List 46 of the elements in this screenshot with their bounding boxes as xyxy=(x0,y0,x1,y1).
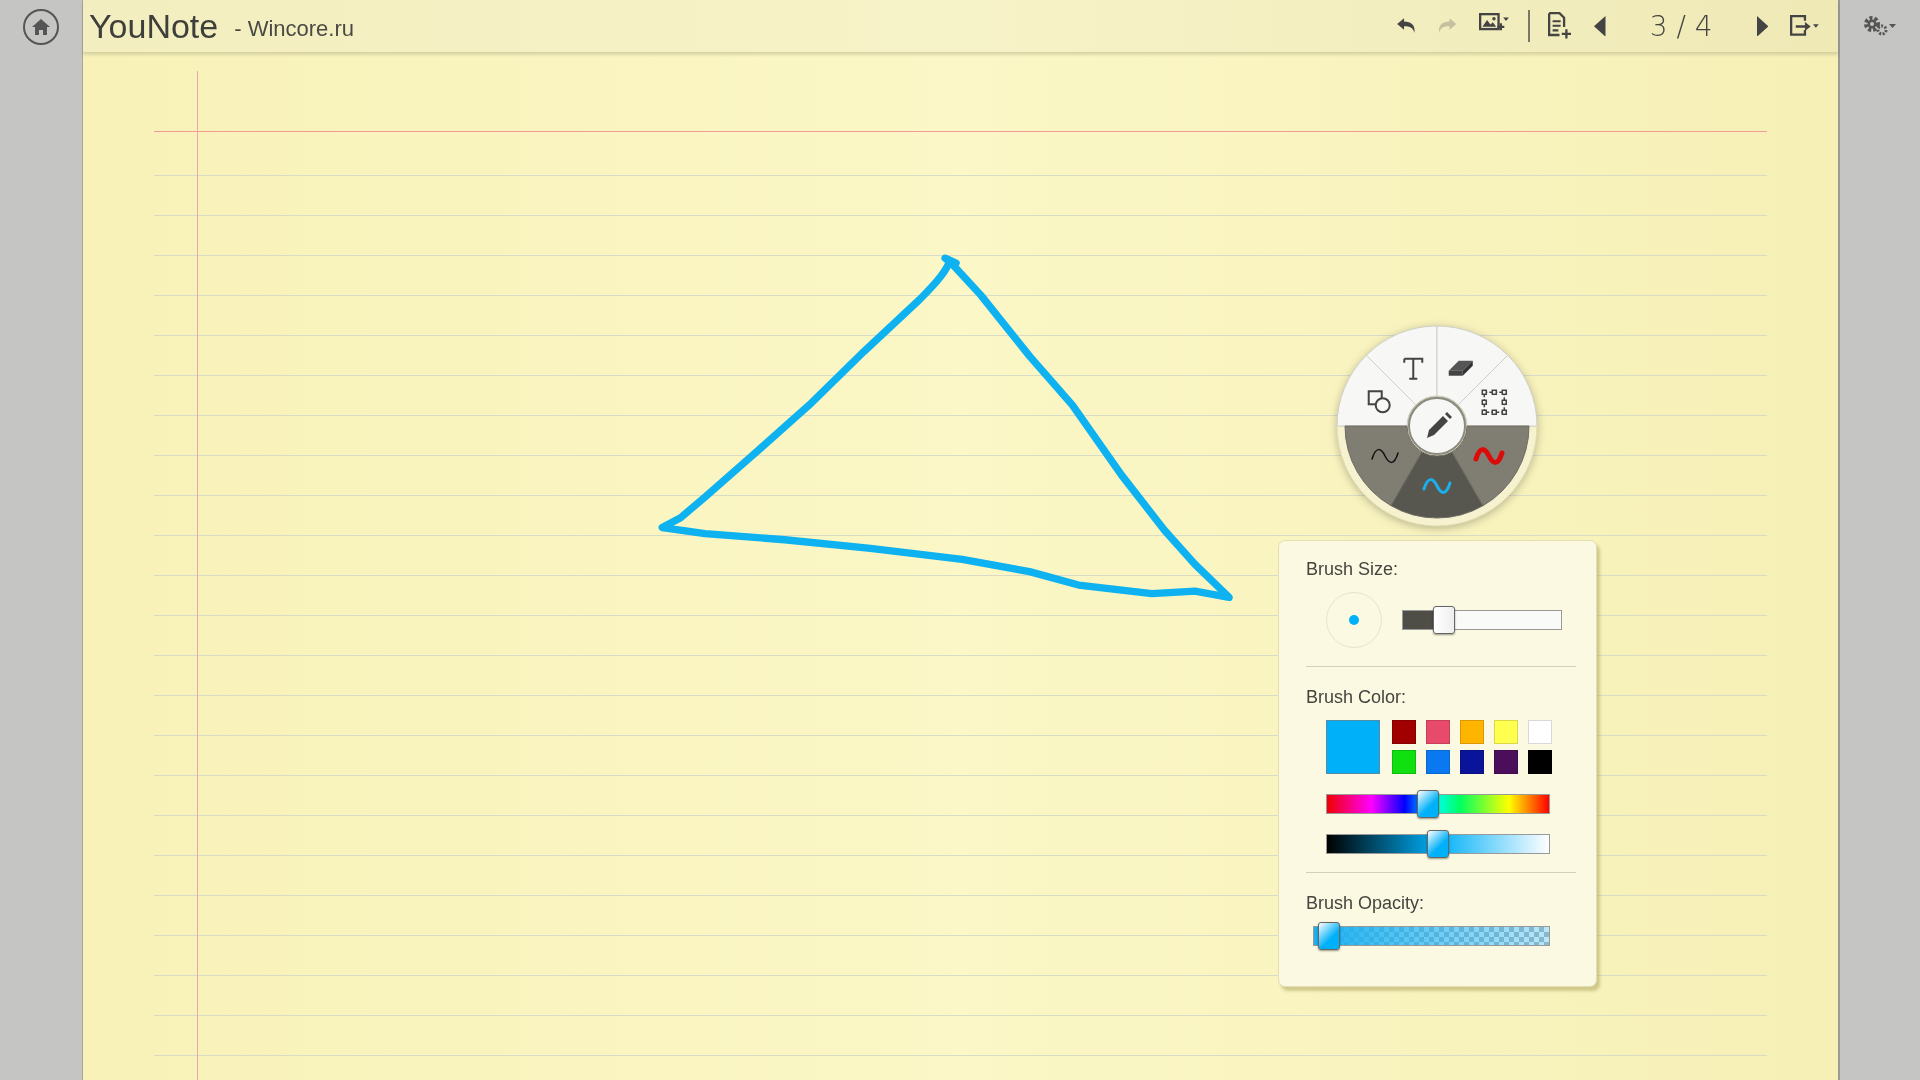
brush-preset[interactable] xyxy=(1390,451,1484,519)
text-tool-button[interactable] xyxy=(1365,325,1438,406)
color-swatch[interactable] xyxy=(1494,749,1518,774)
text-tool-icon xyxy=(1403,357,1424,380)
next-icon xyxy=(1756,15,1769,37)
home-button[interactable] xyxy=(23,9,59,45)
brush-size-label: Brush Size: xyxy=(1306,559,1400,580)
select-tool-icon xyxy=(1481,389,1508,415)
color-swatch[interactable] xyxy=(1392,720,1416,744)
color-swatch[interactable] xyxy=(1426,720,1450,744)
page-indicator[interactable]: 3 / 4 xyxy=(1627,9,1735,43)
home-icon xyxy=(31,18,51,36)
next-button[interactable] xyxy=(1756,15,1769,37)
brush-preset[interactable] xyxy=(1344,425,1423,507)
eraser-tool-icon xyxy=(1448,360,1473,376)
add-page-icon xyxy=(1548,12,1573,40)
brush-color-label: Brush Color: xyxy=(1306,687,1408,708)
note-title: - Wincore.ru xyxy=(234,16,354,42)
pencil-button[interactable] xyxy=(1408,397,1466,455)
slider-thumb[interactable] xyxy=(1417,790,1439,818)
slider-thumb[interactable] xyxy=(1318,922,1341,950)
shapes-tool-button[interactable] xyxy=(1336,354,1417,427)
eraser-tool-button[interactable] xyxy=(1436,325,1509,406)
redo-icon xyxy=(1437,17,1458,35)
settings-icon xyxy=(1862,15,1898,37)
previous-icon xyxy=(1594,15,1606,37)
slider-thumb[interactable] xyxy=(1427,830,1449,858)
color-swatch[interactable] xyxy=(1528,720,1552,744)
add-page-button[interactable] xyxy=(1548,12,1573,40)
export-icon xyxy=(1790,15,1820,37)
color-swatch[interactable] xyxy=(1426,749,1450,774)
brush-opacity-label: Brush Opacity: xyxy=(1306,893,1426,914)
previous-button[interactable] xyxy=(1594,15,1606,37)
brush-preview-dot xyxy=(1349,615,1359,625)
color-swatch[interactable] xyxy=(1528,749,1552,774)
select-tool-button[interactable] xyxy=(1457,354,1538,427)
shapes-tool-icon xyxy=(1367,390,1391,414)
pencil-icon xyxy=(1427,412,1452,438)
export-button[interactable] xyxy=(1790,15,1820,37)
color-swatch[interactable] xyxy=(1460,749,1484,774)
slider-thumb[interactable] xyxy=(1432,606,1455,634)
brush-preset[interactable] xyxy=(1451,425,1530,507)
color-swatch[interactable] xyxy=(1494,720,1518,744)
app-title: YouNote xyxy=(89,6,219,46)
color-swatch[interactable] xyxy=(1460,720,1484,744)
color-swatch[interactable] xyxy=(1392,749,1416,774)
